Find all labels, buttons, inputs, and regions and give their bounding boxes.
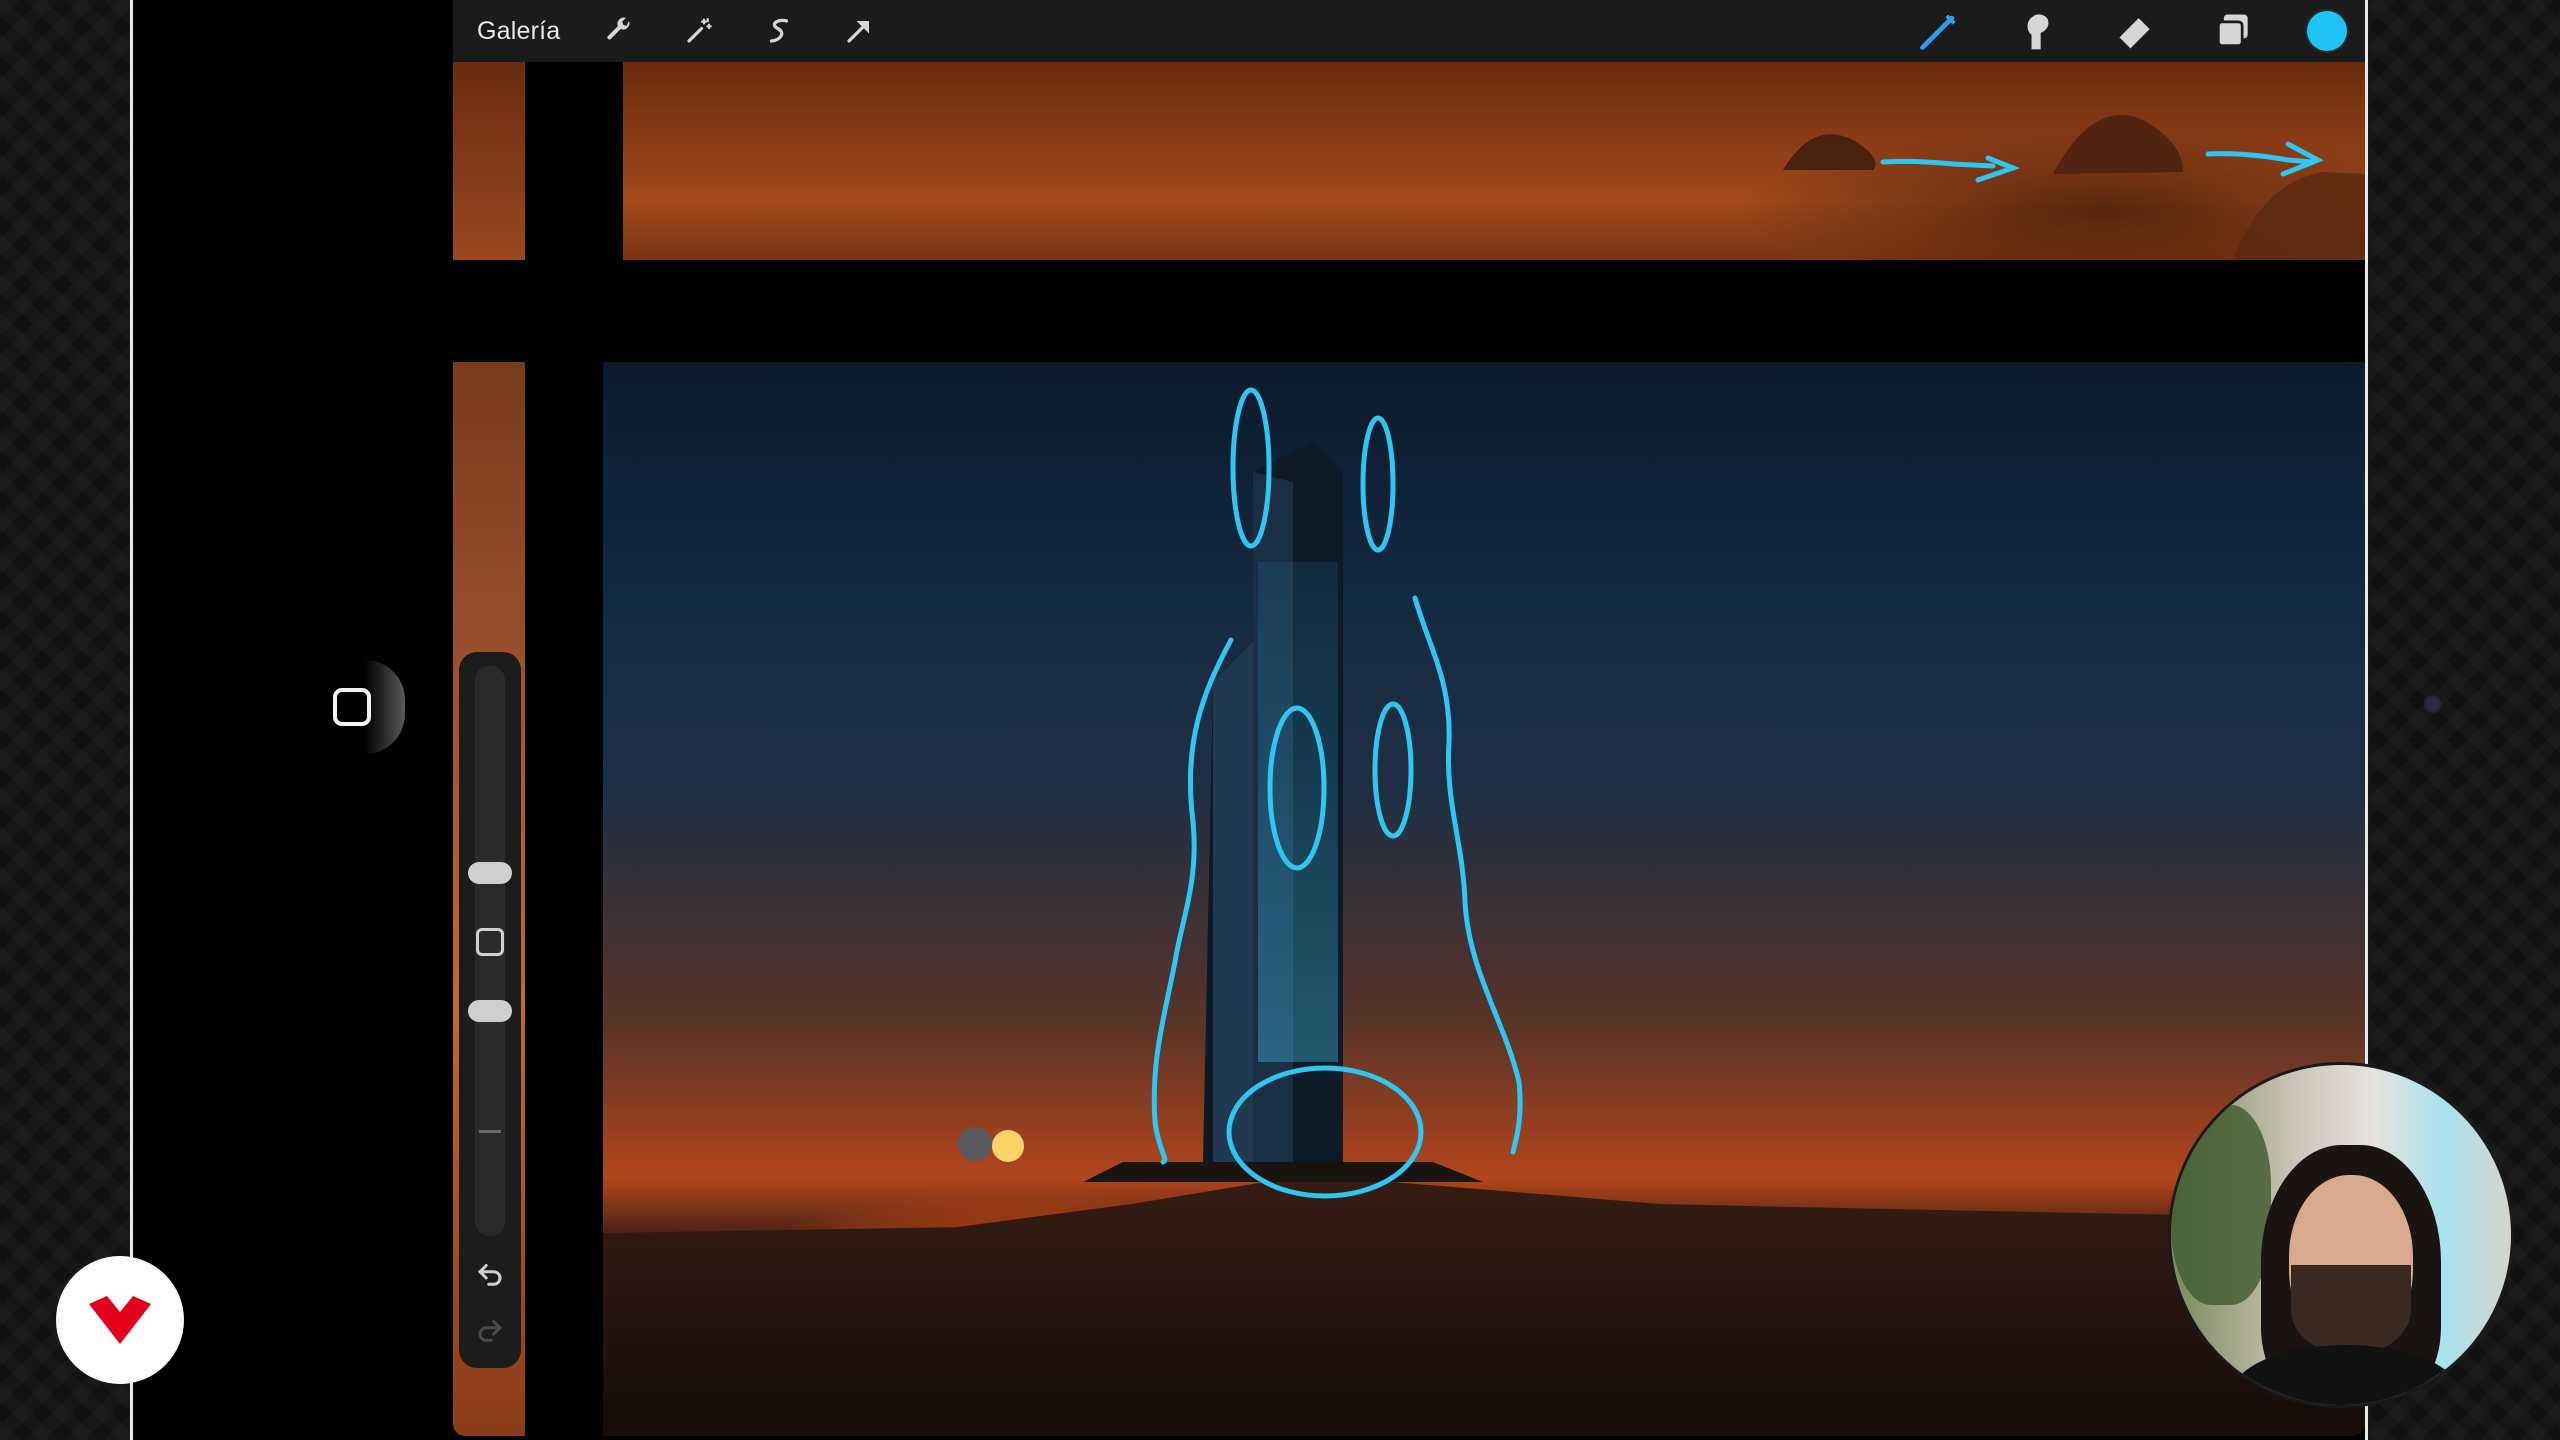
- brush-icon[interactable]: [1915, 7, 1963, 55]
- eraser-icon[interactable]: [2111, 7, 2159, 55]
- home-button-glow: [365, 660, 405, 754]
- gallery-button[interactable]: Galería: [477, 17, 560, 46]
- canvas-upper-panel: [623, 62, 2365, 260]
- layers-icon[interactable]: [2209, 7, 2257, 55]
- plant-background: [2171, 1105, 2271, 1305]
- wrench-icon[interactable]: [598, 10, 640, 52]
- brand-logo-icon: [89, 1296, 151, 1344]
- channel-logo: [56, 1256, 184, 1384]
- color-picker-swatch[interactable]: [2307, 11, 2347, 51]
- home-button[interactable]: [333, 688, 371, 726]
- smudge-icon[interactable]: [2013, 7, 2061, 55]
- right-tool-group: [1915, 7, 2347, 55]
- modify-button[interactable]: [476, 928, 504, 956]
- adjacent-canvas-strip-top: [453, 62, 525, 260]
- arrow-transform-icon[interactable]: [838, 10, 880, 52]
- opacity-knob[interactable]: [468, 1000, 512, 1022]
- ipad-device-frame: Galería: [130, 0, 2443, 1440]
- presenter-beard: [2291, 1265, 2411, 1355]
- top-toolbar: Galería: [453, 0, 2365, 62]
- front-camera: [2423, 694, 2443, 714]
- sidebar-slider-panel: [459, 652, 521, 1368]
- main-canvas-artwork[interactable]: [603, 362, 2365, 1436]
- undo-icon[interactable]: [473, 1256, 507, 1290]
- opacity-slider[interactable]: [479, 1130, 501, 1133]
- brush-size-knob[interactable]: [468, 862, 512, 884]
- redo-icon[interactable]: [473, 1312, 507, 1346]
- presenter-webcam-overlay: [2168, 1062, 2514, 1408]
- procreate-screen: Galería: [453, 0, 2365, 1436]
- magic-wand-icon[interactable]: [678, 10, 720, 52]
- selection-s-icon[interactable]: [758, 10, 800, 52]
